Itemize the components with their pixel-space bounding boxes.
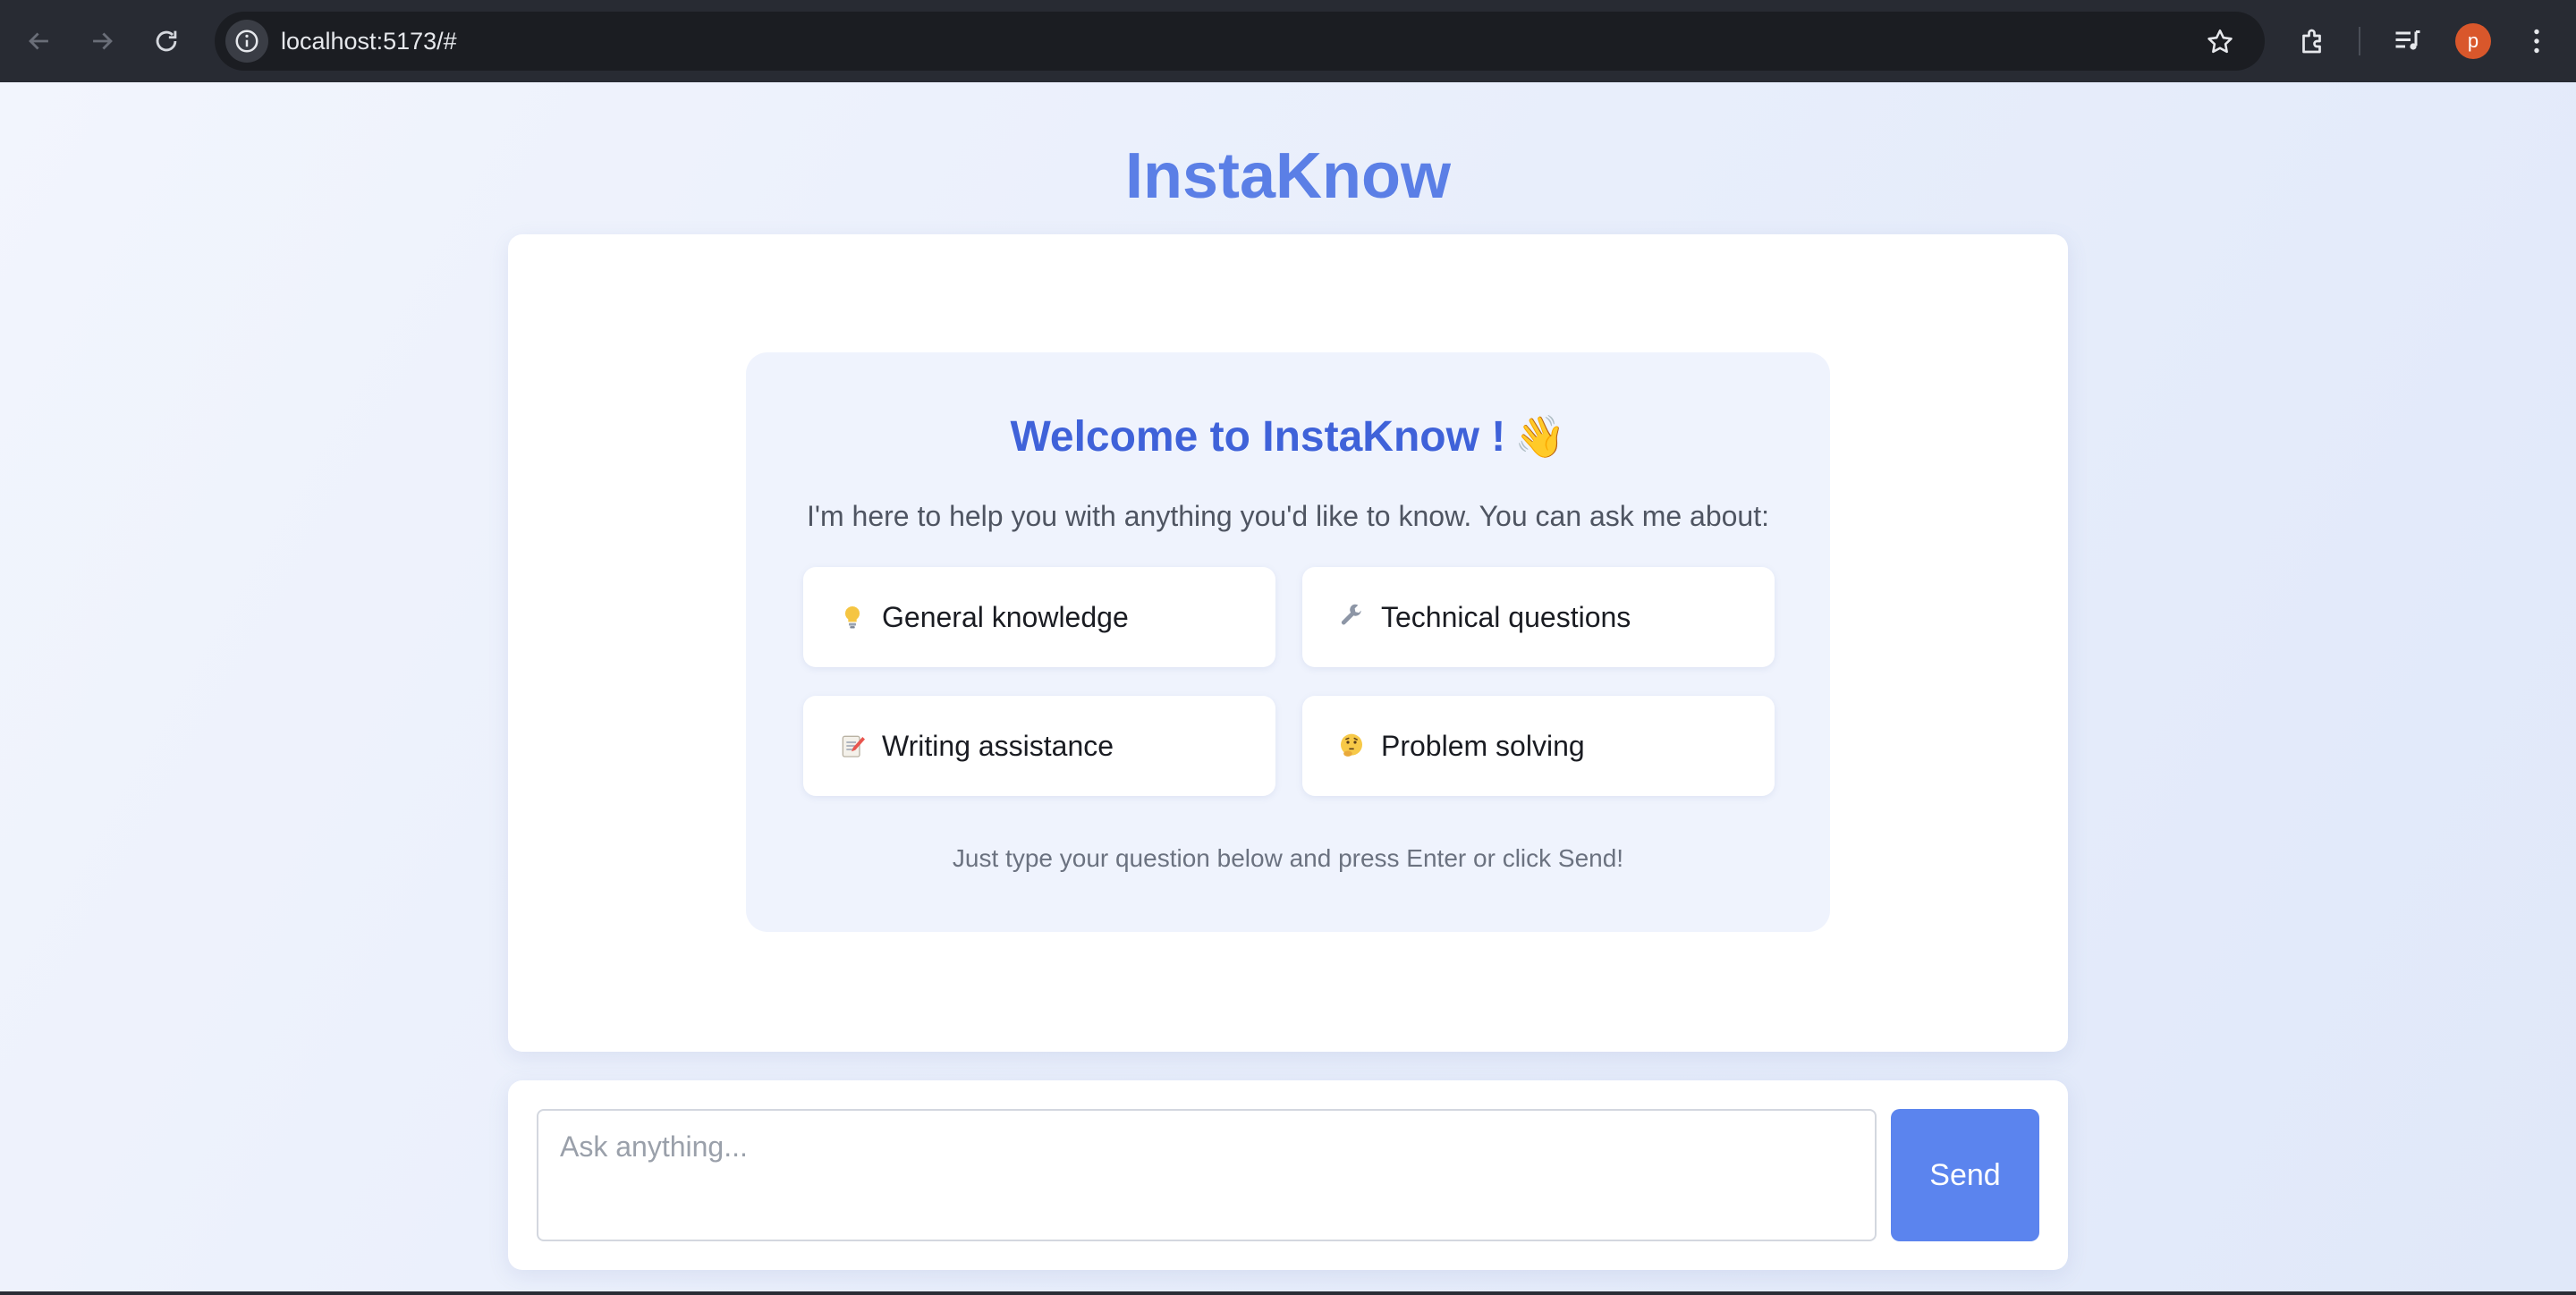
- toolbar-divider: [2359, 27, 2360, 55]
- welcome-title-text: Welcome to InstaKnow !: [1010, 413, 1506, 461]
- back-arrow-icon: [29, 32, 48, 50]
- welcome-message: Welcome to InstaKnow ! 👋 I'm here to help…: [746, 352, 1830, 932]
- browser-menu-button[interactable]: [2515, 20, 2558, 63]
- chat-panel: Welcome to InstaKnow ! 👋 I'm here to help…: [508, 234, 2068, 1052]
- extensions-button[interactable]: [2292, 20, 2334, 63]
- welcome-subtitle: I'm here to help you with anything you'd…: [807, 500, 1769, 532]
- topic-card-general-knowledge: General knowledge: [803, 567, 1275, 667]
- memo-icon: [837, 731, 868, 761]
- browser-toolbar: localhost:5173/# p: [0, 0, 2576, 82]
- topic-label: Writing assistance: [882, 730, 1114, 762]
- wrench-icon: [1336, 602, 1367, 632]
- media-controls-button[interactable]: [2386, 20, 2429, 63]
- kebab-menu-icon: [2534, 29, 2539, 54]
- forward-arrow-icon: [93, 32, 113, 50]
- site-info-button[interactable]: [225, 20, 268, 63]
- bookmark-button[interactable]: [2202, 24, 2238, 60]
- topic-card-writing-assistance: Writing assistance: [803, 696, 1275, 796]
- star-icon: [2207, 29, 2233, 54]
- waving-hand-icon: 👋: [1514, 413, 1566, 460]
- address-bar[interactable]: localhost:5173/#: [215, 12, 2265, 71]
- reload-icon: [156, 30, 177, 52]
- lightbulb-icon: [837, 602, 868, 632]
- topic-card-problem-solving: Problem solving: [1302, 696, 1775, 796]
- topic-card-technical-questions: Technical questions: [1302, 567, 1775, 667]
- profile-avatar[interactable]: p: [2455, 23, 2491, 59]
- welcome-title: Welcome to InstaKnow ! 👋: [746, 410, 1830, 464]
- forward-button[interactable]: [80, 20, 123, 63]
- topic-label: Technical questions: [1381, 601, 1631, 633]
- app-title: InstaKnow: [1124, 140, 1451, 212]
- thinking-face-icon: [1336, 731, 1367, 761]
- back-button[interactable]: [18, 20, 61, 63]
- window-bottom-edge: [0, 1291, 2576, 1295]
- app-page: InstaKnow Welcome to InstaKnow ! 👋 I'm he…: [0, 82, 2576, 1291]
- url-text[interactable]: localhost:5173/#: [281, 26, 457, 56]
- topic-label: Problem solving: [1381, 730, 1585, 762]
- site-info-icon: [235, 30, 258, 53]
- message-composer: Send: [508, 1080, 2068, 1270]
- extensions-icon: [2302, 29, 2321, 54]
- send-button[interactable]: Send: [1891, 1109, 2039, 1241]
- reload-button[interactable]: [145, 20, 188, 63]
- media-controls-icon: [2395, 30, 2420, 50]
- ask-input[interactable]: [537, 1109, 1877, 1241]
- usage-hint: Just type your question below and press …: [952, 844, 1624, 872]
- topic-label: General knowledge: [882, 601, 1129, 633]
